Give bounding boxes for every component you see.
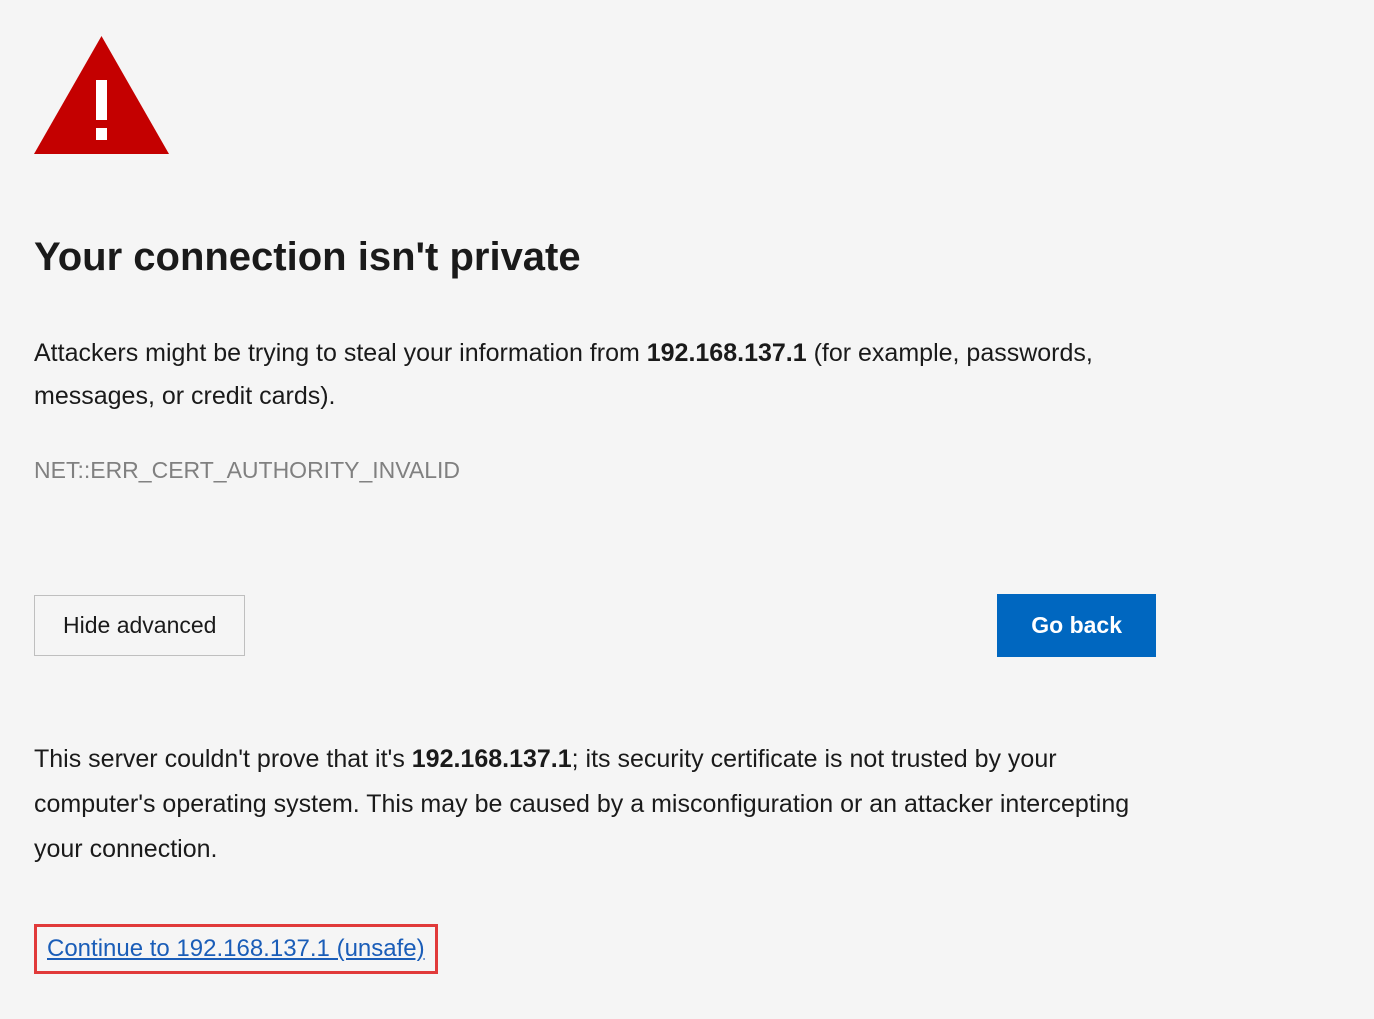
description-host: 192.168.137.1 [647,339,807,367]
advanced-explanation: This server couldn't prove that it's 192… [34,737,1134,872]
continue-link-highlight: Continue to 192.168.137.1 (unsafe) [34,924,438,974]
description-prefix: Attackers might be trying to steal your … [34,339,647,367]
warning-description: Attackers might be trying to steal your … [34,332,1164,417]
page-heading: Your connection isn't private [34,235,1340,280]
error-code: NET::ERR_CERT_AUTHORITY_INVALID [34,457,1340,484]
hide-advanced-button[interactable]: Hide advanced [34,595,245,656]
go-back-button[interactable]: Go back [997,594,1156,657]
button-row: Hide advanced Go back [34,594,1156,657]
warning-triangle-icon [34,36,1340,159]
advanced-host: 192.168.137.1 [412,745,572,773]
continue-unsafe-link[interactable]: Continue to 192.168.137.1 (unsafe) [47,935,425,962]
advanced-prefix: This server couldn't prove that it's [34,745,412,773]
